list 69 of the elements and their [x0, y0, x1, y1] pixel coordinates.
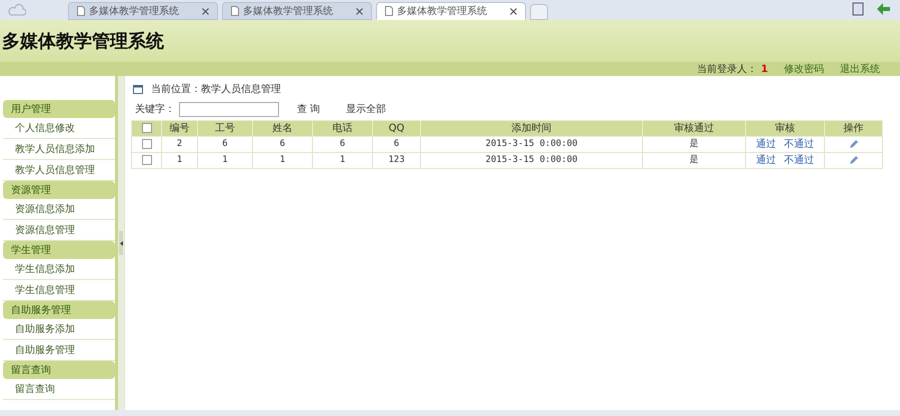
close-icon[interactable]	[202, 8, 209, 14]
column-header: 姓名	[252, 120, 312, 136]
table-cell: 1	[312, 152, 372, 168]
sidebar-item[interactable]: 资源信息添加	[3, 199, 115, 220]
page-icon[interactable]	[852, 2, 864, 16]
audit-link[interactable]: 通过	[756, 137, 776, 152]
search-field[interactable]	[179, 102, 279, 116]
checkbox[interactable]	[142, 123, 152, 134]
username: 1	[761, 62, 768, 76]
browser-tab[interactable]: 多媒体教学管理系统	[376, 2, 526, 20]
close-icon[interactable]	[356, 8, 363, 14]
page-icon	[231, 6, 239, 16]
checkbox[interactable]	[142, 155, 152, 166]
audit-link[interactable]: 不通过	[784, 153, 814, 168]
table-cell: 1	[162, 152, 198, 168]
table-cell: 2	[162, 136, 198, 152]
close-icon[interactable]	[510, 8, 517, 14]
page-icon	[385, 6, 393, 16]
browser-tab[interactable]: 多媒体教学管理系统	[222, 2, 372, 20]
tab-title: 多媒体教学管理系统	[397, 4, 488, 18]
column-header: 编号	[162, 120, 198, 136]
sidebar-item[interactable]: 个人信息修改	[3, 118, 115, 139]
header-link[interactable]: 退出系统	[840, 62, 880, 76]
page-icon	[77, 6, 85, 16]
sidebar-group-header[interactable]: 留言查询	[3, 361, 115, 379]
audit-link[interactable]: 不通过	[784, 137, 814, 152]
sidebar-item[interactable]: 留言查询	[3, 379, 115, 400]
table-cell: 是	[642, 152, 746, 168]
header-link[interactable]: 修改密码	[784, 62, 824, 76]
back-arrow-icon[interactable]	[876, 2, 892, 16]
browser-tab[interactable]: 多媒体教学管理系统	[68, 2, 218, 20]
column-header: 添加时间	[420, 120, 642, 136]
column-header: 审核通过	[642, 120, 746, 136]
checkbox[interactable]	[142, 139, 152, 150]
table-cell: 6	[198, 136, 252, 152]
table-cell: 是	[642, 136, 746, 152]
sidebar-group-header[interactable]: 自助服务管理	[3, 301, 115, 319]
column-header: 电话	[312, 120, 372, 136]
search-button[interactable]: 查 询	[293, 102, 324, 116]
table-cell: 2015-3-15 0:00:00	[420, 136, 642, 152]
breadcrumb: 当前位置：教学人员信息管理	[151, 82, 281, 96]
audit-link[interactable]: 通过	[756, 153, 776, 168]
sidebar-item[interactable]: 教学人员信息添加	[3, 139, 115, 160]
table-cell: 1	[252, 152, 312, 168]
table-cell: 6	[312, 136, 372, 152]
table-cell: 123	[372, 152, 420, 168]
cloud-icon	[8, 4, 26, 16]
sidebar-item[interactable]: 自助服务添加	[3, 319, 115, 340]
collapse-handle[interactable]	[119, 231, 123, 255]
column-header: 工号	[198, 120, 252, 136]
sidebar-group-header[interactable]: 学生管理	[3, 241, 115, 259]
sidebar-group-header[interactable]: 用户管理	[3, 100, 115, 118]
tab-title: 多媒体教学管理系统	[243, 4, 334, 18]
search-label: 关键字：	[135, 102, 175, 116]
new-tab-button[interactable]	[530, 4, 548, 20]
column-header: 审核	[746, 120, 824, 136]
table-cell: 1	[198, 152, 252, 168]
sidebar-item[interactable]: 学生信息添加	[3, 259, 115, 280]
login-label: 当前登录人：	[697, 62, 758, 76]
table-cell: 6	[252, 136, 312, 152]
column-header: 操作	[824, 120, 882, 136]
show-all-button[interactable]: 显示全部	[342, 102, 390, 116]
tab-title: 多媒体教学管理系统	[89, 4, 180, 18]
sidebar-group-header[interactable]: 资源管理	[3, 181, 115, 199]
column-header: QQ	[372, 120, 420, 136]
window-icon	[133, 84, 143, 94]
table-cell: 2015-3-15 0:00:00	[420, 152, 642, 168]
table-cell: 6	[372, 136, 420, 152]
app-title: 多媒体教学管理系统	[1, 30, 164, 54]
